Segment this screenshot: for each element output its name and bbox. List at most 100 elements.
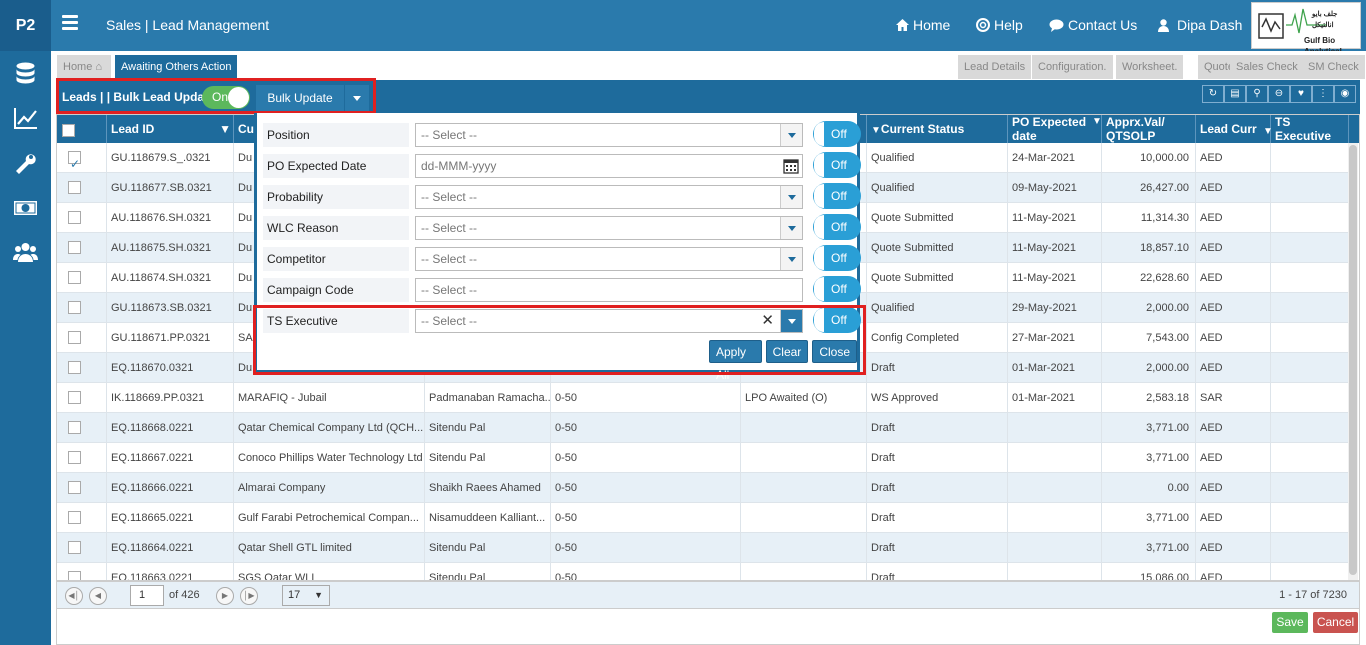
date-input[interactable]: dd-MMM-yyyy [415, 154, 803, 178]
table-row[interactable]: EQ.118665.0221 Gulf Farabi Petrochemical … [57, 503, 1349, 533]
table-row[interactable]: EQ.118667.0221 Conoco Phillips Water Tech… [57, 443, 1349, 473]
user-menu[interactable]: Dipa Dash [1158, 17, 1242, 33]
chart-line-icon[interactable] [13, 106, 38, 130]
page-size-select[interactable]: 17 ▼ [282, 585, 330, 606]
tab-awaiting-others-action[interactable]: Awaiting Others Action [115, 55, 238, 79]
filter-icon[interactable]: ▼ [871, 125, 881, 136]
table-row[interactable]: EQ.118663.0221 SGS Qatar WLL Sitendu Pal 0-… [57, 563, 1349, 580]
field-toggle[interactable]: Off [813, 183, 861, 209]
row-checkbox[interactable] [68, 451, 81, 464]
money-icon[interactable] [13, 196, 38, 220]
database-icon[interactable] [13, 62, 38, 86]
bulk-field-label: Campaign Code [263, 278, 409, 302]
home-link[interactable]: Home [896, 17, 950, 33]
chevron-down-icon[interactable] [780, 124, 802, 146]
filter-icon[interactable]: ▼ [219, 115, 231, 143]
cell-po [1008, 413, 1102, 443]
export-icon[interactable]: ▤ [1224, 85, 1246, 103]
field-toggle[interactable]: Off [813, 214, 861, 240]
field-toggle[interactable]: Off [813, 245, 861, 271]
col-apprx-val[interactable]: ▼ Apprx.Val/ QTSOLP [1092, 115, 1196, 143]
cell-curr: AED [1196, 233, 1271, 263]
palette-icon[interactable]: ◉ [1334, 85, 1356, 103]
tab-home[interactable]: Home ⌂ [57, 55, 111, 79]
select-dropdown[interactable]: -- Select -- [415, 216, 803, 240]
contact-link[interactable]: Contact Us [1049, 17, 1137, 33]
help-link[interactable]: Help [976, 17, 1023, 33]
row-checkbox[interactable] [68, 271, 81, 284]
wrench-icon[interactable] [13, 151, 38, 175]
tab-sm-check[interactable]: SM Check [1302, 55, 1365, 79]
tab-worksheet[interactable]: Worksheet. [1116, 55, 1184, 79]
tab-configuration[interactable]: Configuration. [1032, 55, 1113, 79]
page-size-value: 17 [288, 589, 301, 601]
heart-icon[interactable]: ♥ [1290, 85, 1312, 103]
chevron-down-icon[interactable] [780, 248, 802, 270]
row-checkbox[interactable] [68, 181, 81, 194]
app-logo[interactable]: P2 [0, 0, 51, 51]
scroll-thumb[interactable] [1349, 145, 1357, 575]
row-checkbox[interactable] [68, 421, 81, 434]
cell-po: 11-May-2021 [1008, 263, 1102, 293]
toggle-knob [814, 215, 824, 239]
row-select-cell [57, 413, 107, 443]
filter-icon[interactable]: ▼ [1263, 125, 1273, 139]
col-po-expected-date[interactable]: PO Expected date [1008, 115, 1102, 143]
bulk-field-row: Probability -- Select -- Off [263, 183, 861, 211]
cell-id: EQ.118663.0221 [107, 563, 234, 580]
more-icon[interactable]: ⋮ [1312, 85, 1334, 103]
tab-sales-check[interactable]: Sales Check [1230, 55, 1304, 79]
filter-icon[interactable]: ▼ [1092, 115, 1102, 129]
first-page-button[interactable]: ◀│ [65, 587, 83, 605]
field-placeholder: -- Select -- [421, 221, 478, 235]
select-dropdown[interactable]: -- Select -- [415, 247, 803, 271]
save-button[interactable]: Save [1272, 612, 1308, 633]
row-checkbox[interactable] [68, 211, 81, 224]
text-input[interactable]: -- Select -- [415, 278, 803, 302]
chevron-down-icon[interactable] [780, 217, 802, 239]
row-checkbox[interactable] [68, 149, 81, 173]
col-lead-id[interactable]: Lead ID ▼ [107, 115, 234, 143]
row-checkbox[interactable] [68, 571, 81, 580]
select-dropdown[interactable]: -- Select -- [415, 123, 803, 147]
col-ts-executive[interactable]: ▼ TS Executive [1263, 115, 1349, 143]
col-current-status[interactable]: ▼Current Status [867, 115, 1008, 143]
row-select-cell [57, 173, 107, 203]
select-all-checkbox[interactable] [62, 124, 75, 137]
users-icon[interactable] [13, 241, 38, 265]
row-checkbox[interactable] [68, 241, 81, 254]
row-checkbox[interactable] [68, 301, 81, 314]
row-checkbox[interactable] [68, 541, 81, 554]
menu-icon[interactable] [62, 15, 78, 30]
calendar-icon[interactable] [783, 158, 799, 174]
last-page-button[interactable]: │▶ [240, 587, 258, 605]
field-toggle[interactable]: Off [813, 276, 861, 302]
prev-page-button[interactable]: ◀ [89, 587, 107, 605]
cell-owner: Sitendu Pal [425, 563, 551, 580]
cell-id: AU.118675.SH.0321 [107, 233, 234, 263]
row-checkbox[interactable] [68, 391, 81, 404]
table-row[interactable]: EQ.118668.0221 Qatar Chemical Company Ltd… [57, 413, 1349, 443]
next-page-button[interactable]: ▶ [216, 587, 234, 605]
table-row[interactable]: EQ.118666.0221 Almarai Company Shaikh Raee… [57, 473, 1349, 503]
search-icon[interactable]: ⚲ [1246, 85, 1268, 103]
refresh-icon[interactable]: ↻ [1202, 85, 1224, 103]
filter-clear-icon[interactable]: ⊖ [1268, 85, 1290, 103]
vertical-scrollbar[interactable] [1348, 143, 1358, 580]
row-checkbox[interactable] [68, 361, 81, 374]
row-checkbox[interactable] [68, 511, 81, 524]
cancel-button[interactable]: Cancel [1313, 612, 1358, 633]
chevron-down-icon[interactable] [780, 186, 802, 208]
row-checkbox[interactable] [68, 481, 81, 494]
page-number-input[interactable]: 1 [130, 585, 164, 606]
col-lead-curr[interactable]: Lead Curr [1196, 115, 1271, 143]
field-toggle[interactable]: Off [813, 152, 861, 178]
select-dropdown[interactable]: -- Select -- [415, 185, 803, 209]
cell-id: EQ.118668.0221 [107, 413, 234, 443]
table-row[interactable]: EQ.118664.0221 Qatar Shell GTL limited Sit… [57, 533, 1349, 563]
field-toggle[interactable]: Off [813, 121, 861, 147]
table-row[interactable]: IK.118669.PP.0321 MARAFIQ - Jubail Padmana… [57, 383, 1349, 413]
cell-val: 22,628.60 [1102, 263, 1196, 293]
row-checkbox[interactable] [68, 331, 81, 344]
tab-lead-details[interactable]: Lead Details [958, 55, 1032, 79]
